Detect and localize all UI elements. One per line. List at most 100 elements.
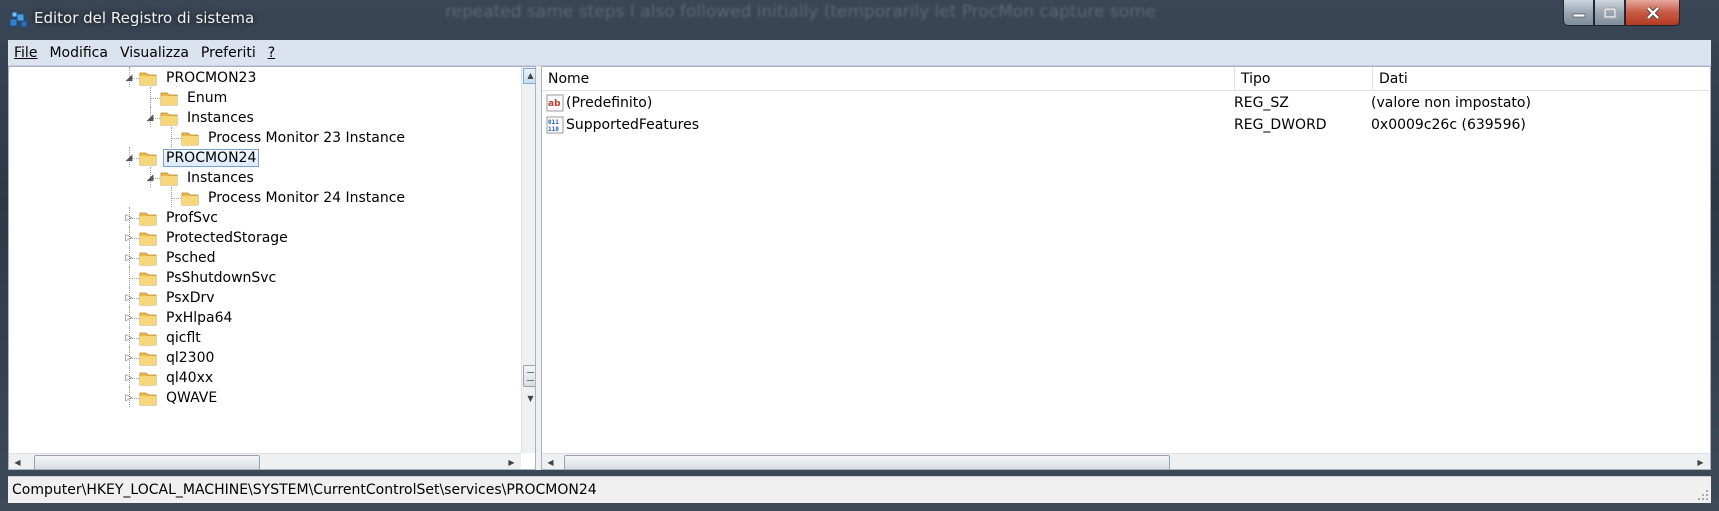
tree-item[interactable]: PxHlpa64 [139,307,235,329]
folder-icon [160,110,178,126]
grip-icon [527,372,534,381]
expand-arrow-icon[interactable]: ▷ [124,353,134,363]
menu-edit[interactable]: Modifica [43,45,114,61]
tree-horizontal-scrollbar[interactable]: ◀ ▶ [9,453,521,469]
svg-text:ab: ab [548,99,561,109]
svg-text:011: 011 [548,119,559,126]
tree-connector [129,267,130,287]
tree-item-label: PROCMON24 [163,149,260,167]
expand-arrow-icon[interactable]: ▷ [124,233,134,243]
menu-help[interactable]: ? [262,45,281,61]
folder-icon [139,350,157,366]
tree-scroll-right-button[interactable]: ▶ [503,454,520,469]
folder-icon [139,150,157,166]
tree-item[interactable]: PsxDrv [139,287,218,309]
tree-item[interactable]: Process Monitor 24 Instance [181,187,408,209]
folder-icon [139,230,157,246]
scroll-left-icon: ◀ [14,458,21,467]
column-header-name[interactable]: Nome [542,67,1235,91]
scroll-left-icon: ◀ [547,458,554,467]
expand-arrow-icon[interactable]: ▷ [124,333,134,343]
menu-edit-label: Modifica [49,44,108,61]
tree-item[interactable]: Instances [160,107,257,129]
tree-scroll-up-button[interactable]: ▲ [522,67,535,84]
menu-bar: File Modifica Visualizza Preferiti ? [8,40,1711,66]
tree-connector [171,187,172,207]
tree-scroll-left-button[interactable]: ◀ [9,454,26,469]
registry-editor-window: repeated same steps I also followed init… [0,0,1719,511]
folder-icon [139,210,157,226]
expand-arrow-icon[interactable]: ▷ [124,293,134,303]
tree-connector [150,87,151,107]
folder-icon [139,270,157,286]
maximize-button[interactable] [1594,0,1625,26]
tree-item[interactable]: ql40xx [139,367,216,389]
menu-view[interactable]: Visualizza [114,45,195,61]
column-header-data[interactable]: Dati [1373,67,1710,91]
collapse-arrow-icon[interactable]: ◢ [145,113,155,123]
tree-hscroll-thumb[interactable] [34,455,260,469]
tree-item[interactable]: ProfSvc [139,207,221,229]
tree-scroll-down-button[interactable]: ▼ [522,390,535,407]
expand-arrow-icon[interactable]: ▷ [124,313,134,323]
binary-value-icon: 011 110 [546,116,564,134]
folder-icon [181,190,199,206]
tree-item[interactable]: Enum [160,87,230,109]
tree-item[interactable]: ql2300 [139,347,217,369]
tree-item[interactable]: qicflt [139,327,204,349]
registry-editor-app-icon [9,11,28,28]
value-name: SupportedFeatures [566,117,700,133]
menu-favorites[interactable]: Preferiti [195,45,262,61]
tree-item-label: ProtectedStorage [166,230,288,246]
scroll-up-icon: ▲ [522,67,535,84]
tree-item[interactable]: QWAVE [139,387,220,409]
tree-connector [129,278,139,279]
menu-file[interactable]: File [8,45,43,61]
tree-item[interactable]: Process Monitor 23 Instance [181,127,408,149]
tree-connector [171,138,181,139]
expand-arrow-icon[interactable]: ▷ [124,373,134,383]
svg-text:110: 110 [548,126,559,133]
list-scroll-left-button[interactable]: ◀ [542,454,559,469]
expand-arrow-icon[interactable]: ▷ [124,213,134,223]
title-bar[interactable]: Editor del Registro di sistema [0,0,1719,40]
collapse-arrow-icon[interactable]: ◢ [124,73,134,83]
value-row[interactable]: ab (Predefinito) REG_SZ (valore non imposta… [546,92,1706,114]
tree-item[interactable]: PROCMON24 [139,147,260,169]
values-list-pane[interactable]: Nome Tipo Dati ab (Predefinito) REG_SZ (val… [541,66,1711,470]
column-header-name-label: Nome [548,70,590,87]
folder-icon [160,90,178,106]
tree-item[interactable]: ProtectedStorage [139,227,291,249]
tree-item-label: PsxDrv [166,290,215,306]
tree-item[interactable]: PROCMON23 [139,67,259,89]
tree-item-label: Psched [166,250,216,266]
tree-vscroll-thumb[interactable] [523,365,535,387]
list-scroll-right-button[interactable]: ▶ [1692,454,1709,469]
tree-item-label: Instances [187,170,254,186]
tree-vertical-scrollbar[interactable]: ▲ ▼ [521,67,535,453]
tree-item-label: Instances [187,110,254,126]
folder-icon [160,170,178,186]
collapse-arrow-icon[interactable]: ◢ [124,153,134,163]
minimize-button[interactable] [1563,0,1594,26]
list-hscroll-thumb[interactable] [564,455,1170,469]
tree-item-label: QWAVE [166,390,218,406]
value-name: (Predefinito) [566,95,653,111]
tree-item[interactable]: Psched [139,247,219,269]
expand-arrow-icon[interactable]: ▷ [124,253,134,263]
expand-arrow-icon[interactable]: ▷ [124,393,134,403]
scroll-down-icon: ▼ [527,394,534,403]
column-header-type[interactable]: Tipo [1235,67,1373,91]
collapse-arrow-icon[interactable]: ◢ [145,173,155,183]
tree-item[interactable]: Instances [160,167,257,189]
tree-item[interactable]: PsShutdownSvc [139,267,279,289]
tree-item-label: PxHlpa64 [166,310,233,326]
close-button[interactable] [1625,0,1680,26]
list-horizontal-scrollbar[interactable]: ◀ ▶ [542,453,1710,469]
key-tree-pane[interactable]: ◢ PROCMON23 Enum ◢ Instances Process Monitor … [8,66,536,470]
menu-help-label: ? [267,44,276,61]
value-row[interactable]: 011 110 SupportedFeatures REG_DWORD 0x0009c2… [546,114,1706,136]
tree-item-label: ql40xx [166,370,214,386]
menu-view-label: Visualizza [119,44,189,61]
resize-grip-icon[interactable] [1697,489,1709,501]
